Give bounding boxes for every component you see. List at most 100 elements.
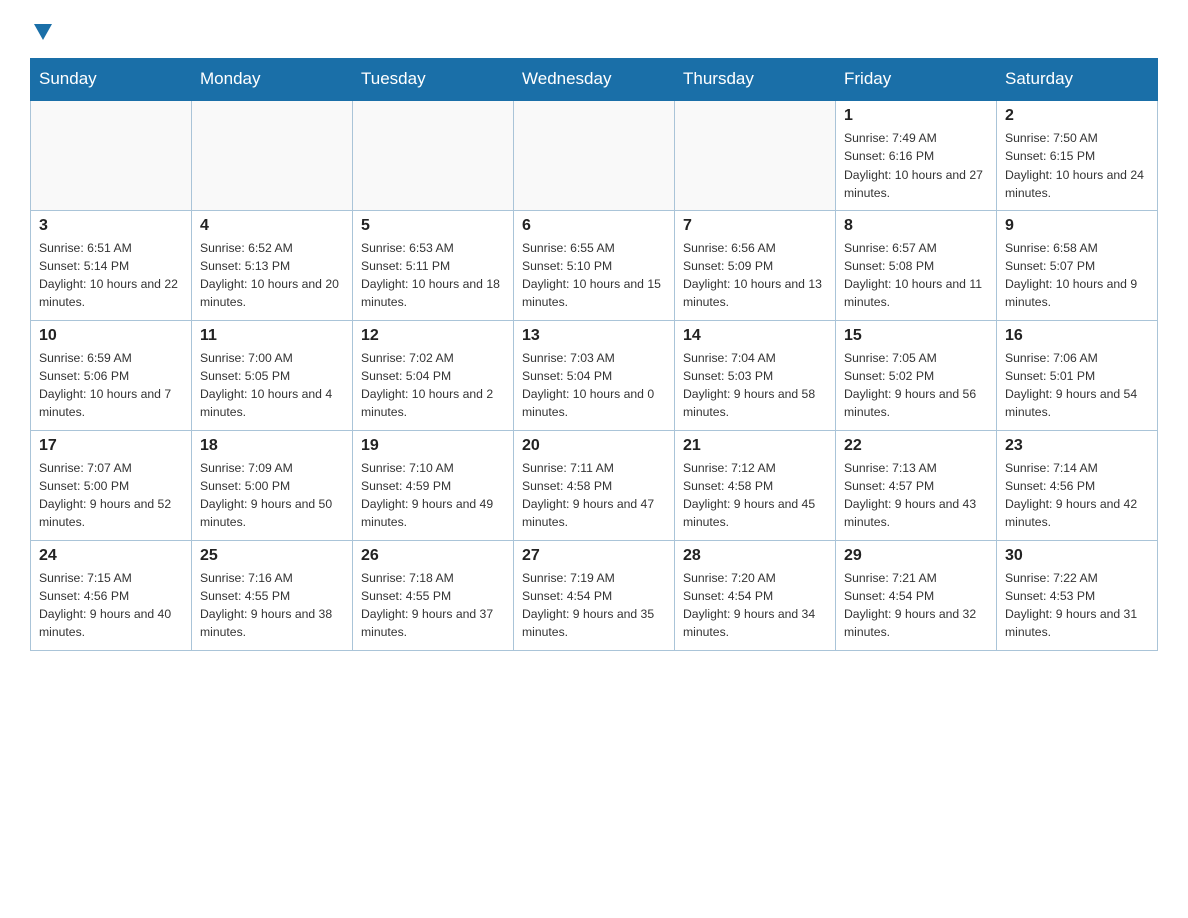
calendar-cell [353, 100, 514, 210]
day-info: Sunrise: 7:19 AM Sunset: 4:54 PM Dayligh… [522, 569, 666, 642]
day-info: Sunrise: 6:59 AM Sunset: 5:06 PM Dayligh… [39, 349, 183, 422]
day-number: 9 [1005, 217, 1149, 235]
day-info: Sunrise: 7:50 AM Sunset: 6:15 PM Dayligh… [1005, 129, 1149, 202]
day-info: Sunrise: 7:16 AM Sunset: 4:55 PM Dayligh… [200, 569, 344, 642]
day-info: Sunrise: 7:00 AM Sunset: 5:05 PM Dayligh… [200, 349, 344, 422]
day-number: 15 [844, 327, 988, 345]
day-info: Sunrise: 6:51 AM Sunset: 5:14 PM Dayligh… [39, 239, 183, 312]
day-number: 21 [683, 437, 827, 455]
calendar-cell: 9 Sunrise: 6:58 AM Sunset: 5:07 PM Daylig… [997, 210, 1158, 320]
calendar-cell: 7 Sunrise: 6:56 AM Sunset: 5:09 PM Daylig… [675, 210, 836, 320]
calendar-cell: 17 Sunrise: 7:07 AM Sunset: 5:00 PM Dayli… [31, 430, 192, 540]
calendar-cell: 14 Sunrise: 7:04 AM Sunset: 5:03 PM Dayli… [675, 320, 836, 430]
day-info: Sunrise: 7:20 AM Sunset: 4:54 PM Dayligh… [683, 569, 827, 642]
day-number: 26 [361, 547, 505, 565]
calendar-table: Sunday Monday Tuesday Wednesday Thursday… [30, 58, 1158, 651]
day-info: Sunrise: 7:49 AM Sunset: 6:16 PM Dayligh… [844, 129, 988, 202]
day-info: Sunrise: 7:04 AM Sunset: 5:03 PM Dayligh… [683, 349, 827, 422]
day-info: Sunrise: 7:02 AM Sunset: 5:04 PM Dayligh… [361, 349, 505, 422]
calendar-cell: 28 Sunrise: 7:20 AM Sunset: 4:54 PM Dayli… [675, 540, 836, 650]
calendar-cell: 8 Sunrise: 6:57 AM Sunset: 5:08 PM Daylig… [836, 210, 997, 320]
day-info: Sunrise: 6:52 AM Sunset: 5:13 PM Dayligh… [200, 239, 344, 312]
weekday-header-row: Sunday Monday Tuesday Wednesday Thursday… [31, 59, 1158, 101]
calendar-cell [31, 100, 192, 210]
calendar-cell: 13 Sunrise: 7:03 AM Sunset: 5:04 PM Dayli… [514, 320, 675, 430]
day-number: 10 [39, 327, 183, 345]
day-number: 6 [522, 217, 666, 235]
day-info: Sunrise: 7:22 AM Sunset: 4:53 PM Dayligh… [1005, 569, 1149, 642]
calendar-cell: 10 Sunrise: 6:59 AM Sunset: 5:06 PM Dayli… [31, 320, 192, 430]
calendar-cell: 27 Sunrise: 7:19 AM Sunset: 4:54 PM Dayli… [514, 540, 675, 650]
day-number: 2 [1005, 107, 1149, 125]
day-number: 24 [39, 547, 183, 565]
day-info: Sunrise: 7:10 AM Sunset: 4:59 PM Dayligh… [361, 459, 505, 532]
day-number: 20 [522, 437, 666, 455]
calendar-header: Sunday Monday Tuesday Wednesday Thursday… [31, 59, 1158, 101]
day-info: Sunrise: 7:03 AM Sunset: 5:04 PM Dayligh… [522, 349, 666, 422]
day-info: Sunrise: 6:58 AM Sunset: 5:07 PM Dayligh… [1005, 239, 1149, 312]
calendar-body: 1 Sunrise: 7:49 AM Sunset: 6:16 PM Daylig… [31, 100, 1158, 650]
calendar-week-row: 24 Sunrise: 7:15 AM Sunset: 4:56 PM Dayli… [31, 540, 1158, 650]
day-number: 29 [844, 547, 988, 565]
header-saturday: Saturday [997, 59, 1158, 101]
calendar-cell: 30 Sunrise: 7:22 AM Sunset: 4:53 PM Dayli… [997, 540, 1158, 650]
day-info: Sunrise: 7:07 AM Sunset: 5:00 PM Dayligh… [39, 459, 183, 532]
calendar-cell [192, 100, 353, 210]
day-number: 13 [522, 327, 666, 345]
day-number: 11 [200, 327, 344, 345]
day-number: 18 [200, 437, 344, 455]
calendar-cell: 19 Sunrise: 7:10 AM Sunset: 4:59 PM Dayli… [353, 430, 514, 540]
day-info: Sunrise: 6:53 AM Sunset: 5:11 PM Dayligh… [361, 239, 505, 312]
calendar-cell: 2 Sunrise: 7:50 AM Sunset: 6:15 PM Daylig… [997, 100, 1158, 210]
day-info: Sunrise: 6:57 AM Sunset: 5:08 PM Dayligh… [844, 239, 988, 312]
calendar-week-row: 3 Sunrise: 6:51 AM Sunset: 5:14 PM Daylig… [31, 210, 1158, 320]
day-number: 3 [39, 217, 183, 235]
day-info: Sunrise: 6:56 AM Sunset: 5:09 PM Dayligh… [683, 239, 827, 312]
header-tuesday: Tuesday [353, 59, 514, 101]
day-number: 19 [361, 437, 505, 455]
day-info: Sunrise: 7:09 AM Sunset: 5:00 PM Dayligh… [200, 459, 344, 532]
day-info: Sunrise: 7:13 AM Sunset: 4:57 PM Dayligh… [844, 459, 988, 532]
header-wednesday: Wednesday [514, 59, 675, 101]
day-number: 27 [522, 547, 666, 565]
day-number: 14 [683, 327, 827, 345]
calendar-cell: 12 Sunrise: 7:02 AM Sunset: 5:04 PM Dayli… [353, 320, 514, 430]
day-info: Sunrise: 7:14 AM Sunset: 4:56 PM Dayligh… [1005, 459, 1149, 532]
calendar-cell: 1 Sunrise: 7:49 AM Sunset: 6:16 PM Daylig… [836, 100, 997, 210]
logo-general [30, 20, 52, 40]
logo [30, 20, 52, 40]
calendar-cell: 11 Sunrise: 7:00 AM Sunset: 5:05 PM Dayli… [192, 320, 353, 430]
calendar-cell [675, 100, 836, 210]
day-number: 1 [844, 107, 988, 125]
day-number: 8 [844, 217, 988, 235]
day-number: 5 [361, 217, 505, 235]
header-friday: Friday [836, 59, 997, 101]
day-info: Sunrise: 7:15 AM Sunset: 4:56 PM Dayligh… [39, 569, 183, 642]
calendar-cell: 6 Sunrise: 6:55 AM Sunset: 5:10 PM Daylig… [514, 210, 675, 320]
page-header [30, 20, 1158, 40]
day-number: 30 [1005, 547, 1149, 565]
calendar-cell: 23 Sunrise: 7:14 AM Sunset: 4:56 PM Dayli… [997, 430, 1158, 540]
day-number: 7 [683, 217, 827, 235]
calendar-cell: 5 Sunrise: 6:53 AM Sunset: 5:11 PM Daylig… [353, 210, 514, 320]
day-number: 28 [683, 547, 827, 565]
day-info: Sunrise: 7:06 AM Sunset: 5:01 PM Dayligh… [1005, 349, 1149, 422]
calendar-cell: 29Sunrise: 7:21 AM Sunset: 4:54 PM Dayli… [836, 540, 997, 650]
calendar-week-row: 17 Sunrise: 7:07 AM Sunset: 5:00 PM Dayli… [31, 430, 1158, 540]
day-number: 12 [361, 327, 505, 345]
day-number: 16 [1005, 327, 1149, 345]
calendar-week-row: 1 Sunrise: 7:49 AM Sunset: 6:16 PM Daylig… [31, 100, 1158, 210]
calendar-cell: 15Sunrise: 7:05 AM Sunset: 5:02 PM Dayli… [836, 320, 997, 430]
calendar-cell [514, 100, 675, 210]
day-number: 23 [1005, 437, 1149, 455]
day-number: 17 [39, 437, 183, 455]
calendar-cell: 25Sunrise: 7:16 AM Sunset: 4:55 PM Dayli… [192, 540, 353, 650]
day-info: Sunrise: 6:55 AM Sunset: 5:10 PM Dayligh… [522, 239, 666, 312]
day-number: 22 [844, 437, 988, 455]
day-info: Sunrise: 7:18 AM Sunset: 4:55 PM Dayligh… [361, 569, 505, 642]
header-thursday: Thursday [675, 59, 836, 101]
logo-triangle-icon [34, 24, 52, 40]
calendar-cell: 20Sunrise: 7:11 AM Sunset: 4:58 PM Dayli… [514, 430, 675, 540]
calendar-cell: 4Sunrise: 6:52 AM Sunset: 5:13 PM Daylig… [192, 210, 353, 320]
calendar-cell: 16 Sunrise: 7:06 AM Sunset: 5:01 PM Dayli… [997, 320, 1158, 430]
